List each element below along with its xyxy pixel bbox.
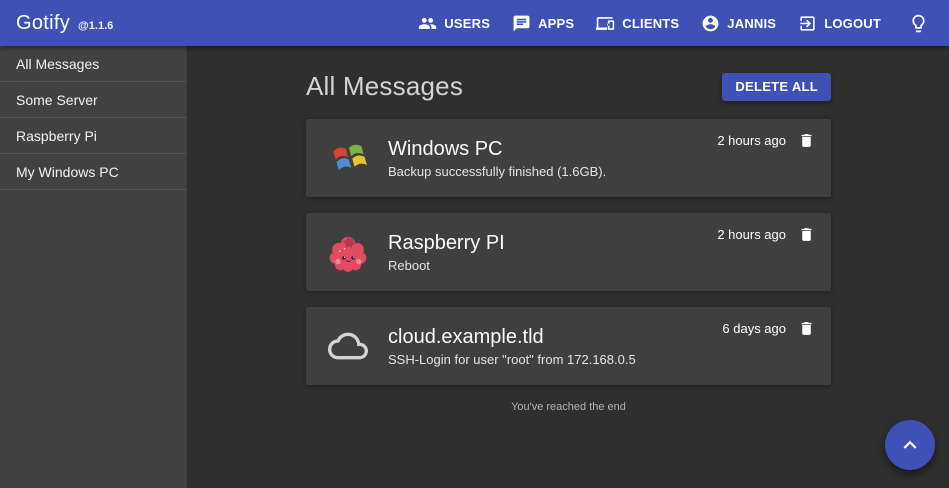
app-version: @1.1.6 [78,20,113,32]
message-body: Backup successfully finished (1.6GB). [388,164,606,179]
message-text-block: Raspberry PI Reboot [388,231,505,273]
nav-user-label: JANNIS [727,16,776,31]
message-meta: 2 hours ago [717,119,815,149]
brand: Gotify @1.1.6 [16,12,113,35]
users-icon [418,14,437,33]
sidebar-item-label: All Messages [16,56,99,72]
page-title: All Messages [306,71,463,102]
trash-icon [798,226,815,243]
message-body: SSH-Login for user "root" from 172.168.0… [388,352,636,367]
message-title: cloud.example.tld [388,325,636,349]
app-title: Gotify [16,12,70,35]
sidebar: All Messages Some Server Raspberry Pi My… [0,46,188,488]
message-text-block: cloud.example.tld SSH-Login for user "ro… [388,325,636,367]
message-body: Reboot [388,258,505,273]
chevron-up-icon [897,432,923,458]
sidebar-item-label: Some Server [16,92,98,108]
message-card-windows-pc: Windows PC Backup successfully finished … [306,119,831,197]
nav-clients-label: CLIENTS [622,16,679,31]
page-header: All Messages DELETE ALL [306,71,831,102]
message-timestamp: 6 days ago [722,321,786,336]
account-circle-icon [701,14,720,33]
message-meta: 2 hours ago [717,213,815,243]
sidebar-item-label: Raspberry Pi [16,128,97,144]
message-timestamp: 2 hours ago [717,227,786,242]
main-content: All Messages DELETE ALL [188,46,949,488]
end-of-list-text: You've reached the end [306,401,831,413]
nav-users-button[interactable]: USERS [407,6,501,41]
nav-apps-label: APPS [538,16,574,31]
delete-message-button[interactable] [798,132,815,149]
sidebar-item-raspberry-pi[interactable]: Raspberry Pi [0,118,187,154]
message-card-cloud: cloud.example.tld SSH-Login for user "ro… [306,307,831,385]
cloud-logo-icon [328,326,368,366]
sidebar-item-label: My Windows PC [16,164,119,180]
sidebar-item-all-messages[interactable]: All Messages [0,46,187,82]
nav-user-button[interactable]: JANNIS [690,6,787,41]
scroll-to-top-button[interactable] [885,420,935,470]
gotify-app: Gotify @1.1.6 USERS APPS CLIENTS [0,0,949,488]
app-bar-nav: USERS APPS CLIENTS JANNIS [407,6,935,41]
nav-logout-button[interactable]: LOGOUT [787,6,892,41]
message-title: Windows PC [388,137,606,161]
devices-icon [596,14,615,33]
nav-logout-label: LOGOUT [824,16,881,31]
theme-toggle-button[interactable] [902,7,935,40]
raspberry-logo-icon [328,232,368,272]
nav-apps-button[interactable]: APPS [501,6,585,41]
sidebar-item-my-windows-pc[interactable]: My Windows PC [0,154,187,190]
app-bar: Gotify @1.1.6 USERS APPS CLIENTS [0,0,949,46]
nav-clients-button[interactable]: CLIENTS [585,6,690,41]
sidebar-item-some-server[interactable]: Some Server [0,82,187,118]
message-title: Raspberry PI [388,231,505,255]
lightbulb-icon [908,13,929,34]
delete-message-button[interactable] [798,226,815,243]
message-card-raspberry-pi: Raspberry PI Reboot 2 hours ago [306,213,831,291]
logout-icon [798,14,817,33]
message-text-block: Windows PC Backup successfully finished … [388,137,606,179]
nav-users-label: USERS [444,16,490,31]
delete-all-button[interactable]: DELETE ALL [722,73,831,101]
message-timestamp: 2 hours ago [717,133,786,148]
windows-logo-icon [328,138,368,178]
trash-icon [798,132,815,149]
trash-icon [798,320,815,337]
message-meta: 6 days ago [722,307,815,337]
chat-icon [512,14,531,33]
page-body: All Messages Some Server Raspberry Pi My… [0,46,949,488]
delete-message-button[interactable] [798,320,815,337]
